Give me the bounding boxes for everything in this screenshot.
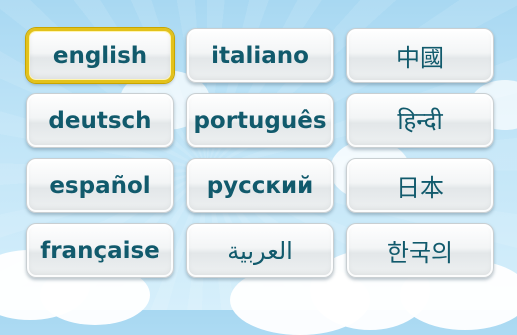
language-button-arabic[interactable]: العربية (186, 223, 334, 278)
language-label: español (49, 172, 151, 199)
language-label: हिन्दी (397, 107, 443, 135)
language-button-chinese[interactable]: 中國 (346, 28, 494, 83)
language-button-francaise[interactable]: française (26, 223, 174, 278)
language-label: português (193, 107, 327, 134)
language-label: العربية (227, 236, 293, 265)
language-grid: english italiano 中國 deutsch português हि… (26, 28, 496, 283)
language-label: english (52, 42, 148, 69)
language-label: française (40, 237, 160, 264)
language-label: 한국의 (386, 239, 454, 267)
language-button-deutsch[interactable]: deutsch (26, 93, 174, 148)
language-label: 中國 (396, 44, 444, 72)
language-label: 日本 (396, 174, 444, 202)
language-button-hindi[interactable]: हिन्दी (346, 93, 494, 148)
language-button-italiano[interactable]: italiano (186, 28, 334, 83)
language-label: русский (206, 172, 314, 199)
language-button-english[interactable]: english (26, 28, 174, 83)
language-label: deutsch (48, 107, 152, 134)
language-button-korean[interactable]: 한국의 (346, 223, 494, 278)
language-button-russian[interactable]: русский (186, 158, 334, 213)
language-label: italiano (211, 42, 309, 69)
language-button-portugues[interactable]: português (186, 93, 334, 148)
language-button-espanol[interactable]: español (26, 158, 174, 213)
language-button-japanese[interactable]: 日本 (346, 158, 494, 213)
